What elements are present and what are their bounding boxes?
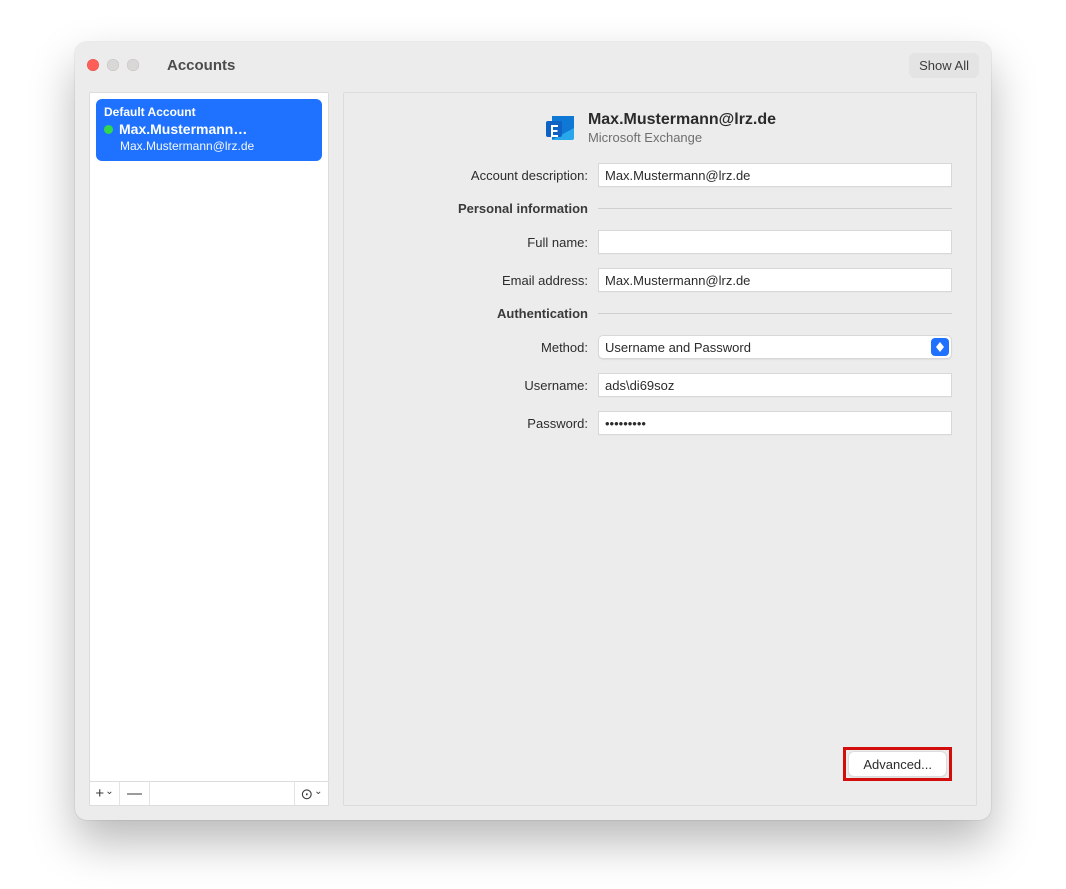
zoom-window-button[interactable] [127, 59, 139, 71]
traffic-lights [87, 59, 139, 71]
remove-account-button[interactable]: — [120, 782, 150, 805]
content: Default Account Max.Mustermann… Max.Must… [75, 88, 991, 820]
authentication-heading: Authentication [368, 306, 598, 321]
username-label: Username: [368, 378, 598, 393]
show-all-button[interactable]: Show All [909, 53, 979, 78]
divider [598, 313, 952, 314]
sidebar-column: Default Account Max.Mustermann… Max.Must… [89, 92, 329, 806]
account-list-item[interactable]: Default Account Max.Mustermann… Max.Must… [96, 99, 322, 161]
account-name-row: Max.Mustermann… [104, 121, 314, 137]
sidebar-toolbar: + ⌄ — ⊙ ⌄ [89, 782, 329, 806]
accounts-window: Accounts Show All Default Account Max.Mu… [75, 42, 991, 820]
divider [598, 208, 952, 209]
method-value: Username and Password [605, 340, 751, 355]
account-description-label: Account description: [368, 168, 598, 183]
plus-icon: + [95, 785, 104, 802]
toolbar-spacer [150, 782, 294, 805]
account-type: Microsoft Exchange [588, 130, 776, 145]
account-email: Max.Mustermann@lrz.de [120, 139, 314, 153]
exchange-icon [544, 111, 578, 145]
advanced-highlight: Advanced... [843, 747, 952, 781]
status-online-icon [104, 125, 113, 134]
username-input[interactable] [598, 373, 952, 397]
ellipsis-circle-icon: ⊙ [301, 785, 314, 803]
password-label: Password: [368, 416, 598, 431]
chevron-down-icon: ⌄ [314, 786, 322, 797]
method-select[interactable]: Username and Password [598, 335, 952, 359]
account-form: Account description: Personal informatio… [368, 163, 952, 449]
email-address-label: Email address: [368, 273, 598, 288]
more-options-button[interactable]: ⊙ ⌄ [294, 782, 328, 805]
close-window-button[interactable] [87, 59, 99, 71]
personal-information-heading: Personal information [368, 201, 598, 216]
password-input[interactable] [598, 411, 952, 435]
window-title: Accounts [167, 57, 235, 74]
email-address-input[interactable] [598, 268, 952, 292]
full-name-input[interactable] [598, 230, 952, 254]
add-account-button[interactable]: + ⌄ [90, 782, 120, 805]
account-details-panel: Max.Mustermann@lrz.de Microsoft Exchange… [343, 92, 977, 806]
select-stepper-icon [931, 338, 949, 356]
account-header: Max.Mustermann@lrz.de Microsoft Exchange [368, 111, 952, 145]
default-account-label: Default Account [104, 105, 314, 119]
account-name: Max.Mustermann… [119, 121, 247, 137]
method-label: Method: [368, 340, 598, 355]
account-description-input[interactable] [598, 163, 952, 187]
minus-icon: — [127, 785, 142, 802]
advanced-button[interactable]: Advanced... [848, 751, 947, 777]
titlebar: Accounts Show All [75, 42, 991, 88]
account-title: Max.Mustermann@lrz.de [588, 111, 776, 129]
minimize-window-button[interactable] [107, 59, 119, 71]
chevron-down-icon: ⌄ [105, 786, 113, 797]
account-list: Default Account Max.Mustermann… Max.Must… [89, 92, 329, 782]
full-name-label: Full name: [368, 235, 598, 250]
